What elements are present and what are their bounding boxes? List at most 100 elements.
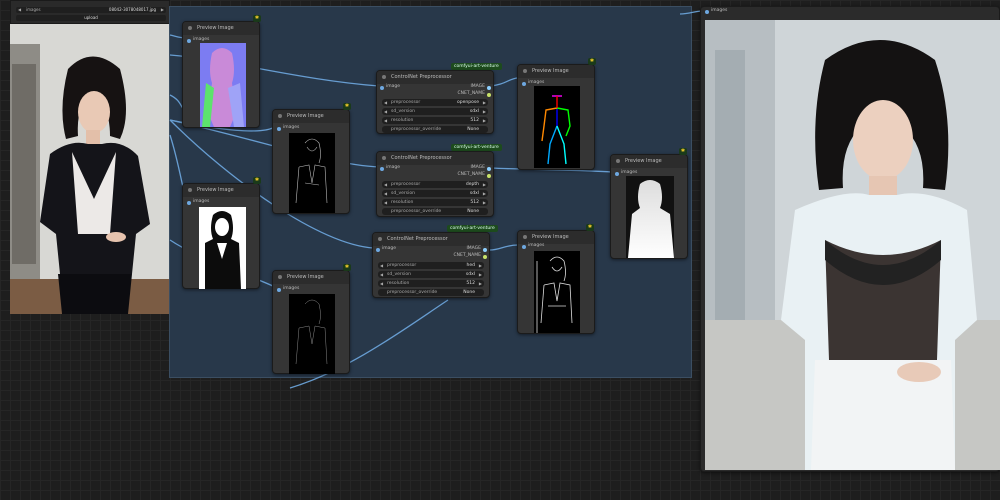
star-badge-icon: ✱ — [588, 58, 596, 65]
arrow-right-icon[interactable]: ▶ — [483, 99, 486, 106]
preview-image-node[interactable]: Preview Image images ✱ — [182, 177, 261, 289]
output-port-icon[interactable] — [487, 93, 491, 97]
arrow-right-icon[interactable]: ▶ — [483, 190, 486, 197]
preprocessor-select[interactable]: ◀ preprocessor depth ▶ — [382, 181, 488, 188]
resolution-input[interactable]: ◀ resolution 512 ▶ — [382, 117, 488, 124]
arrow-right-icon[interactable]: ▶ — [483, 199, 486, 206]
input-port-icon[interactable] — [705, 10, 709, 14]
output-port-icon[interactable] — [487, 167, 491, 171]
input-port-icon[interactable] — [187, 201, 191, 205]
input-label: images — [283, 286, 300, 291]
input-label: images — [711, 8, 728, 13]
input-port-icon[interactable] — [380, 86, 384, 90]
preview-image-node[interactable]: Preview Image images ✱ — [517, 58, 596, 170]
node-title[interactable]: Preview Image — [183, 22, 259, 35]
preprocessor-override-input[interactable]: preprocessor_override None — [382, 126, 488, 133]
output-port-icon[interactable] — [483, 255, 487, 259]
arrow-right-icon[interactable]: ▶ — [483, 117, 486, 124]
node-title[interactable]: Preview Image — [518, 65, 594, 78]
collapse-dot-icon[interactable] — [523, 69, 527, 73]
input-label: images — [621, 170, 638, 175]
star-badge-icon: ✱ — [343, 103, 351, 110]
node-title[interactable]: Preview Image — [273, 110, 349, 123]
star-badge-icon: ✱ — [253, 177, 261, 184]
softedge-preview — [289, 294, 335, 374]
input-label: images — [528, 80, 545, 85]
preprocessor-select[interactable]: ◀ preprocessor openpose ▶ — [382, 99, 488, 106]
arrow-right-icon[interactable]: ▶ — [479, 271, 482, 278]
arrow-left-icon[interactable]: ◀ — [384, 181, 387, 188]
arrow-left-icon[interactable]: ◀ — [384, 99, 387, 106]
input-port-icon[interactable] — [376, 248, 380, 252]
node-title[interactable]: ControlNet Preprocessor — [377, 71, 493, 84]
canny-preview — [289, 133, 335, 213]
arrow-left-icon[interactable]: ◀ — [384, 199, 387, 206]
depth-preview — [626, 176, 674, 258]
arrow-right-icon[interactable]: ▶ — [483, 181, 486, 188]
node-title[interactable]: ControlNet Preprocessor — [377, 152, 493, 165]
resolution-input[interactable]: ◀ resolution 512 ▶ — [382, 199, 488, 206]
node-title[interactable]: Preview Image — [183, 184, 259, 197]
arrow-right-icon[interactable]: ▶ — [479, 280, 482, 287]
node-title[interactable]: ControlNet Preprocessor — [373, 233, 489, 246]
controlnet-preprocessor-node[interactable]: ControlNet Preprocessor image IMAGE CNET… — [372, 232, 490, 298]
input-label: images — [528, 243, 545, 248]
collapse-dot-icon[interactable] — [188, 188, 192, 192]
collapse-dot-icon[interactable] — [188, 26, 192, 30]
lineart-preview — [199, 207, 246, 289]
openpose-preview — [534, 86, 580, 168]
preview-image-node[interactable]: Preview Image images ✱ — [610, 148, 688, 259]
arrow-right-icon[interactable]: ▶ — [479, 262, 482, 269]
output-image-label: IMAGE — [470, 165, 485, 170]
arrow-left-icon[interactable]: ◀ — [380, 271, 383, 278]
input-port-icon[interactable] — [615, 172, 619, 176]
preprocessor-override-input[interactable]: preprocessor_override None — [378, 289, 484, 296]
input-port-icon[interactable] — [277, 127, 281, 131]
preview-image-node[interactable]: Preview Image images ✱ — [272, 264, 351, 374]
node-title[interactable]: Preview Image — [611, 155, 687, 168]
collapse-dot-icon[interactable] — [278, 275, 282, 279]
collapse-dot-icon[interactable] — [382, 156, 386, 160]
output-preview-node[interactable]: images — [700, 6, 1000, 472]
output-port-icon[interactable] — [487, 174, 491, 178]
arrow-right-icon[interactable]: ▶ — [483, 108, 486, 115]
arrow-left-icon[interactable]: ◀ — [384, 190, 387, 197]
generated-image-preview — [705, 20, 1000, 470]
input-label: image — [386, 84, 401, 89]
arrow-left-icon[interactable]: ◀ — [380, 280, 383, 287]
input-port-icon[interactable] — [187, 39, 191, 43]
preprocessor-select[interactable]: ◀ preprocessor hed ▶ — [378, 262, 484, 269]
sd-version-select[interactable]: ◀ sd_version sdxl ▶ — [378, 271, 484, 278]
collapse-dot-icon[interactable] — [278, 114, 282, 118]
sd-version-select[interactable]: ◀ sd_version sdxl ▶ — [382, 108, 488, 115]
collapse-dot-icon[interactable] — [382, 75, 386, 79]
input-label: images — [193, 199, 210, 204]
preview-image-node[interactable]: Preview Image images ✱ — [272, 103, 351, 214]
collapse-dot-icon[interactable] — [378, 237, 382, 241]
output-port-icon[interactable] — [483, 248, 487, 252]
input-label: image — [382, 246, 397, 251]
output-cnet-label: CNET_NAME — [457, 172, 485, 177]
node-source-tag: comfyui-art-venture — [447, 225, 498, 232]
arrow-left-icon[interactable]: ◀ — [384, 117, 387, 124]
collapse-dot-icon[interactable] — [616, 159, 620, 163]
controlnet-preprocessor-node[interactable]: ControlNet Preprocessor image IMAGE CNET… — [376, 151, 494, 217]
arrow-left-icon[interactable]: ◀ — [384, 108, 387, 115]
preprocessor-override-input[interactable]: preprocessor_override None — [382, 208, 488, 215]
preview-image-node[interactable]: Preview Image images ✱ — [517, 224, 595, 334]
node-source-tag: comfyui-art-venture — [451, 144, 502, 151]
node-title[interactable]: Preview Image — [273, 271, 349, 284]
output-port-icon[interactable] — [487, 86, 491, 90]
input-port-icon[interactable] — [380, 167, 384, 171]
sd-version-select[interactable]: ◀ sd_version sdxl ▶ — [382, 190, 488, 197]
controlnet-preprocessor-node[interactable]: ControlNet Preprocessor image IMAGE CNET… — [376, 70, 494, 134]
arrow-left-icon[interactable]: ◀ — [380, 262, 383, 269]
collapse-dot-icon[interactable] — [523, 235, 527, 239]
input-port-icon[interactable] — [522, 82, 526, 86]
star-badge-icon: ✱ — [586, 224, 594, 231]
star-badge-icon: ✱ — [343, 264, 351, 271]
preview-image-node[interactable]: Preview Image images ✱ — [182, 15, 261, 128]
resolution-input[interactable]: ◀ resolution 512 ▶ — [378, 280, 484, 287]
input-port-icon[interactable] — [277, 288, 281, 292]
input-port-icon[interactable] — [522, 245, 526, 249]
